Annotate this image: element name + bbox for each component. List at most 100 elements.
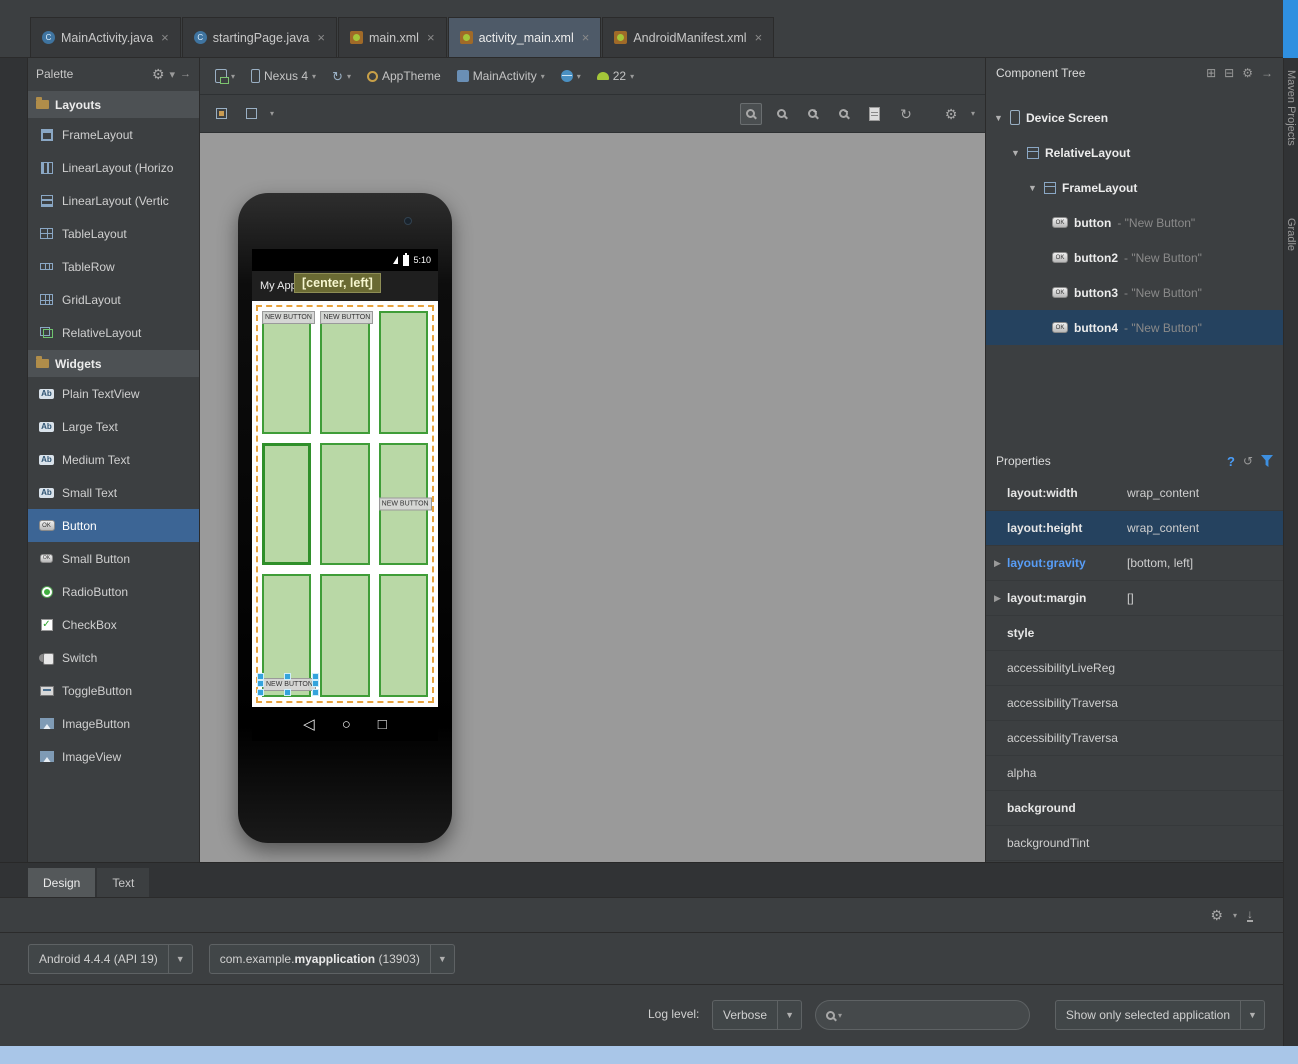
palette-section-layouts[interactable]: Layouts [28,90,199,118]
palette-item-linearlayout-horizontal[interactable]: LinearLayout (Horizo [28,151,199,184]
palette-item-radiobutton[interactable]: RadioButton [28,575,199,608]
palette-item-plain-textview[interactable]: Ab Plain TextView [28,377,199,410]
expand-all-icon[interactable]: ⊞ [1206,66,1216,80]
gradle-tool-button[interactable]: Gradle [1285,218,1297,251]
chevron-down-icon[interactable]: ▼ [430,945,454,973]
property-row[interactable]: accessibilityTraversa [986,686,1283,721]
tab-activity-main-xml[interactable]: activity_main.xml × [448,17,602,57]
palette-item-button[interactable]: OK Button [28,509,199,542]
device-selector[interactable]: Nexus 4 ▾ [244,58,323,94]
target-device-dropdown[interactable]: Android 4.4.4 (API 19) ▼ [28,944,193,974]
property-value[interactable]: [bottom, left] [1127,556,1283,570]
tab-androidmanifest-xml[interactable]: AndroidManifest.xml × [602,17,774,57]
chevron-down-icon[interactable]: ▾ [169,68,175,81]
property-row[interactable]: ▶ layout:gravity [bottom, left] [986,546,1283,581]
logcat-search-input[interactable]: ▾ [815,1000,1030,1030]
palette-item-gridlayout[interactable]: GridLayout [28,283,199,316]
palette-item-imageview[interactable]: ImageView [28,740,199,773]
chevron-down-icon[interactable]: ▾ [270,109,274,118]
chevron-down-icon[interactable]: ▼ [1240,1001,1264,1029]
palette-item-small-text[interactable]: Ab Small Text [28,476,199,509]
tree-node-button[interactable]: OK button - "New Button" [986,205,1283,240]
chevron-down-icon[interactable]: ▼ [168,945,192,973]
layout-cell[interactable] [379,311,428,434]
tree-node-button2[interactable]: OK button2 - "New Button" [986,240,1283,275]
help-icon[interactable]: ? [1227,454,1235,469]
rotate-selector[interactable]: ↻ ▾ [325,58,358,94]
palette-item-relativelayout[interactable]: RelativeLayout [28,316,199,349]
activity-selector[interactable]: MainActivity ▾ [450,58,552,94]
tree-node-button3[interactable]: OK button3 - "New Button" [986,275,1283,310]
property-row[interactable]: backgroundTint [986,826,1283,861]
selected-button[interactable]: NEW BUTTON [261,677,315,692]
close-icon[interactable]: × [755,30,763,45]
collapse-all-icon[interactable]: ⊟ [1224,66,1234,80]
selection-handle[interactable] [284,689,291,696]
close-icon[interactable]: × [317,30,325,45]
property-row[interactable]: alpha [986,756,1283,791]
tab-startingpage-java[interactable]: C startingPage.java × [182,17,337,57]
locale-selector[interactable]: ▾ [554,58,588,94]
selection-handle[interactable] [312,673,319,680]
chevron-down-icon[interactable]: ▾ [838,1011,842,1020]
button-preview[interactable]: NEW BUTTON [320,311,373,324]
palette-section-widgets[interactable]: Widgets [28,349,199,377]
zoom-to-fit-icon[interactable] [740,103,762,125]
zoom-out-icon[interactable]: − [833,103,855,125]
api-level-selector[interactable]: 22 ▾ [590,58,641,94]
tab-text[interactable]: Text [97,868,149,897]
layout-cell[interactable] [320,443,369,566]
settings-gear-icon[interactable]: ⚙ [940,103,962,125]
expander-icon[interactable]: ▼ [1028,183,1038,193]
layout-cell[interactable]: NEW BUTTON [379,443,428,566]
layout-cell[interactable] [320,574,369,697]
selection-handle[interactable] [257,680,264,687]
hide-panel-icon[interactable]: → [180,68,191,80]
palette-item-togglebutton[interactable]: ToggleButton [28,674,199,707]
tab-mainactivity-java[interactable]: C MainActivity.java × [30,17,181,57]
palette-item-checkbox[interactable]: ✓ CheckBox [28,608,199,641]
gear-icon[interactable]: ⚙ [1242,66,1253,80]
property-row[interactable]: style [986,616,1283,651]
property-value[interactable]: [] [1127,591,1283,605]
close-icon[interactable]: × [582,30,590,45]
logcat-filter-dropdown[interactable]: Show only selected application ▼ [1055,1000,1265,1030]
tree-node-framelayout[interactable]: ▼ FrameLayout [986,170,1283,205]
palette-item-medium-text[interactable]: Ab Medium Text [28,443,199,476]
selection-handle[interactable] [312,680,319,687]
palette-item-linearlayout-vertical[interactable]: LinearLayout (Vertic [28,184,199,217]
zoom-actual-size-icon[interactable] [771,103,793,125]
preview-file-icon[interactable] [864,103,886,125]
palette-item-switch[interactable]: Switch [28,641,199,674]
palette-item-framelayout[interactable]: FrameLayout [28,118,199,151]
property-key[interactable]: layout:gravity [1007,556,1127,570]
filter-icon[interactable] [1261,455,1273,467]
chevron-down-icon[interactable]: ▾ [1233,911,1237,920]
tree-node-relativelayout[interactable]: ▼ RelativeLayout [986,135,1283,170]
maven-projects-tool-button[interactable]: Maven Projects [1285,70,1297,146]
selection-handle[interactable] [257,673,264,680]
blueprint-mode-icon[interactable] [240,103,262,125]
device-screen[interactable]: 5:10 My Applic [center, left] NEW BUTTON [252,249,438,741]
layout-cell[interactable]: NEW BUTTON [320,311,369,434]
download-icon[interactable]: ↓ [1247,908,1253,922]
gear-icon[interactable]: ⚙ [152,67,165,81]
button-preview[interactable]: NEW BUTTON [262,311,315,324]
expand-icon[interactable]: ▶ [994,593,1007,604]
gear-icon[interactable]: ⚙ [1210,908,1223,922]
orientation-selector[interactable]: ▾ [208,58,242,94]
layout-content[interactable]: NEW BUTTON NEW BUTTON NEW BUTTON [252,301,438,707]
palette-item-small-button[interactable]: OK Small Button [28,542,199,575]
theme-selector[interactable]: AppTheme [360,58,448,94]
selection-handle[interactable] [312,689,319,696]
process-dropdown[interactable]: com.example.myapplication (13903) ▼ [209,944,455,974]
chevron-down-icon[interactable]: ▾ [971,109,975,118]
palette-item-tablelayout[interactable]: TableLayout [28,217,199,250]
tree-node-button4[interactable]: OK button4 - "New Button" [986,310,1283,345]
design-canvas[interactable]: 5:10 My Applic [center, left] NEW BUTTON [200,133,985,862]
layout-cell[interactable]: NEW BUTTON [262,311,311,434]
selection-handle[interactable] [284,673,291,680]
button-preview[interactable]: NEW BUTTON [379,497,432,510]
tree-node-device-screen[interactable]: ▼ Device Screen [986,100,1283,135]
tab-main-xml[interactable]: main.xml × [338,17,447,57]
